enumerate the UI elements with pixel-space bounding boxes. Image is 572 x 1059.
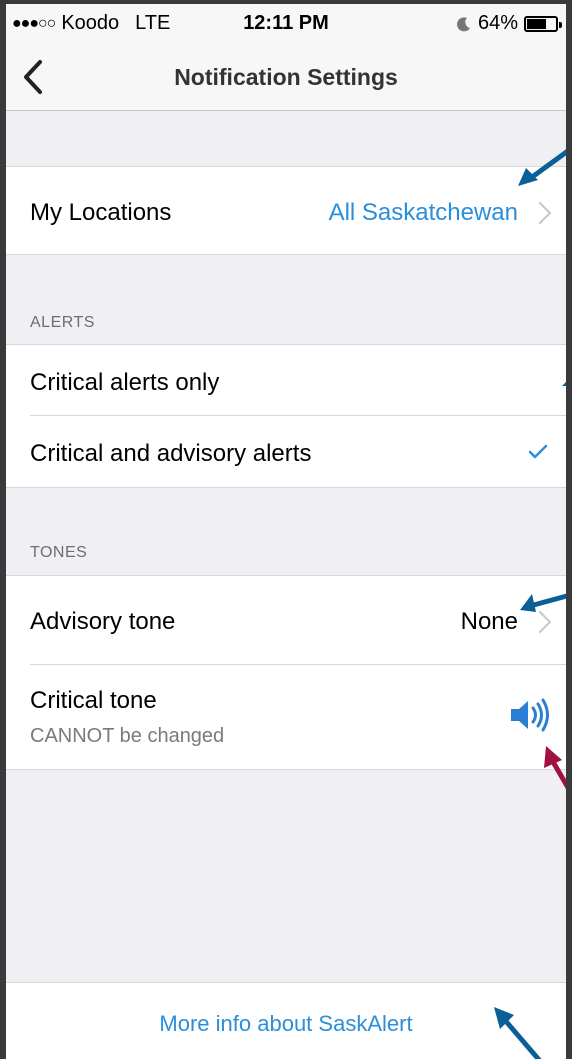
alert-option-critical-advisory[interactable]: Critical and advisory alerts bbox=[6, 416, 566, 487]
status-right: 64% bbox=[456, 12, 562, 35]
alerts-group: Critical alerts only Critical and adviso… bbox=[6, 344, 566, 488]
advisory-tone-label: Advisory tone bbox=[30, 608, 176, 635]
moon-icon bbox=[457, 16, 470, 31]
annotation-arrow-icon bbox=[562, 382, 566, 386]
tones-group: Advisory tone None Critical tone CANNOT … bbox=[6, 575, 566, 770]
critical-tone-label: Critical tone bbox=[30, 687, 157, 714]
checkmark-icon bbox=[528, 444, 548, 459]
status-bar: ●●●○○ Koodo LTE 12:11 PM 64% bbox=[6, 4, 566, 44]
my-locations-label: My Locations bbox=[30, 199, 172, 226]
advisory-tone-row[interactable]: Advisory tone None bbox=[6, 576, 566, 664]
tones-section-header: TONES bbox=[30, 544, 88, 561]
annotation-arrow-icon bbox=[518, 149, 566, 186]
screen: ●●●○○ Koodo LTE 12:11 PM 64% Notificatio… bbox=[0, 0, 572, 1059]
chevron-right-icon bbox=[528, 201, 552, 225]
footer: More info about SaskAlert bbox=[6, 982, 566, 1059]
more-info-link[interactable]: More info about SaskAlert bbox=[6, 1011, 566, 1037]
battery-percent: 64% bbox=[477, 12, 518, 34]
alerts-section-header: ALERTS bbox=[30, 314, 95, 331]
critical-tone-sublabel: CANNOT be changed bbox=[30, 725, 225, 747]
battery-icon bbox=[524, 15, 562, 32]
alert-option-label: Critical alerts only bbox=[30, 369, 220, 396]
navigation-bar: Notification Settings bbox=[6, 44, 566, 111]
annotation-arrow-icon bbox=[520, 593, 566, 612]
critical-tone-row: Critical tone CANNOT be changed bbox=[6, 665, 566, 769]
my-locations-value: All Saskatchewan bbox=[328, 199, 518, 226]
speaker-icon[interactable] bbox=[508, 695, 552, 735]
page-title: Notification Settings bbox=[174, 64, 398, 90]
annotation-arrow-icon bbox=[494, 1007, 542, 1059]
annotation-arrow-icon bbox=[544, 746, 566, 790]
my-locations-row[interactable]: My Locations All Saskatchewan bbox=[6, 166, 566, 255]
alert-option-label: Critical and advisory alerts bbox=[30, 440, 312, 467]
advisory-tone-value: None bbox=[460, 608, 518, 635]
alert-option-critical-only[interactable]: Critical alerts only bbox=[6, 345, 566, 415]
